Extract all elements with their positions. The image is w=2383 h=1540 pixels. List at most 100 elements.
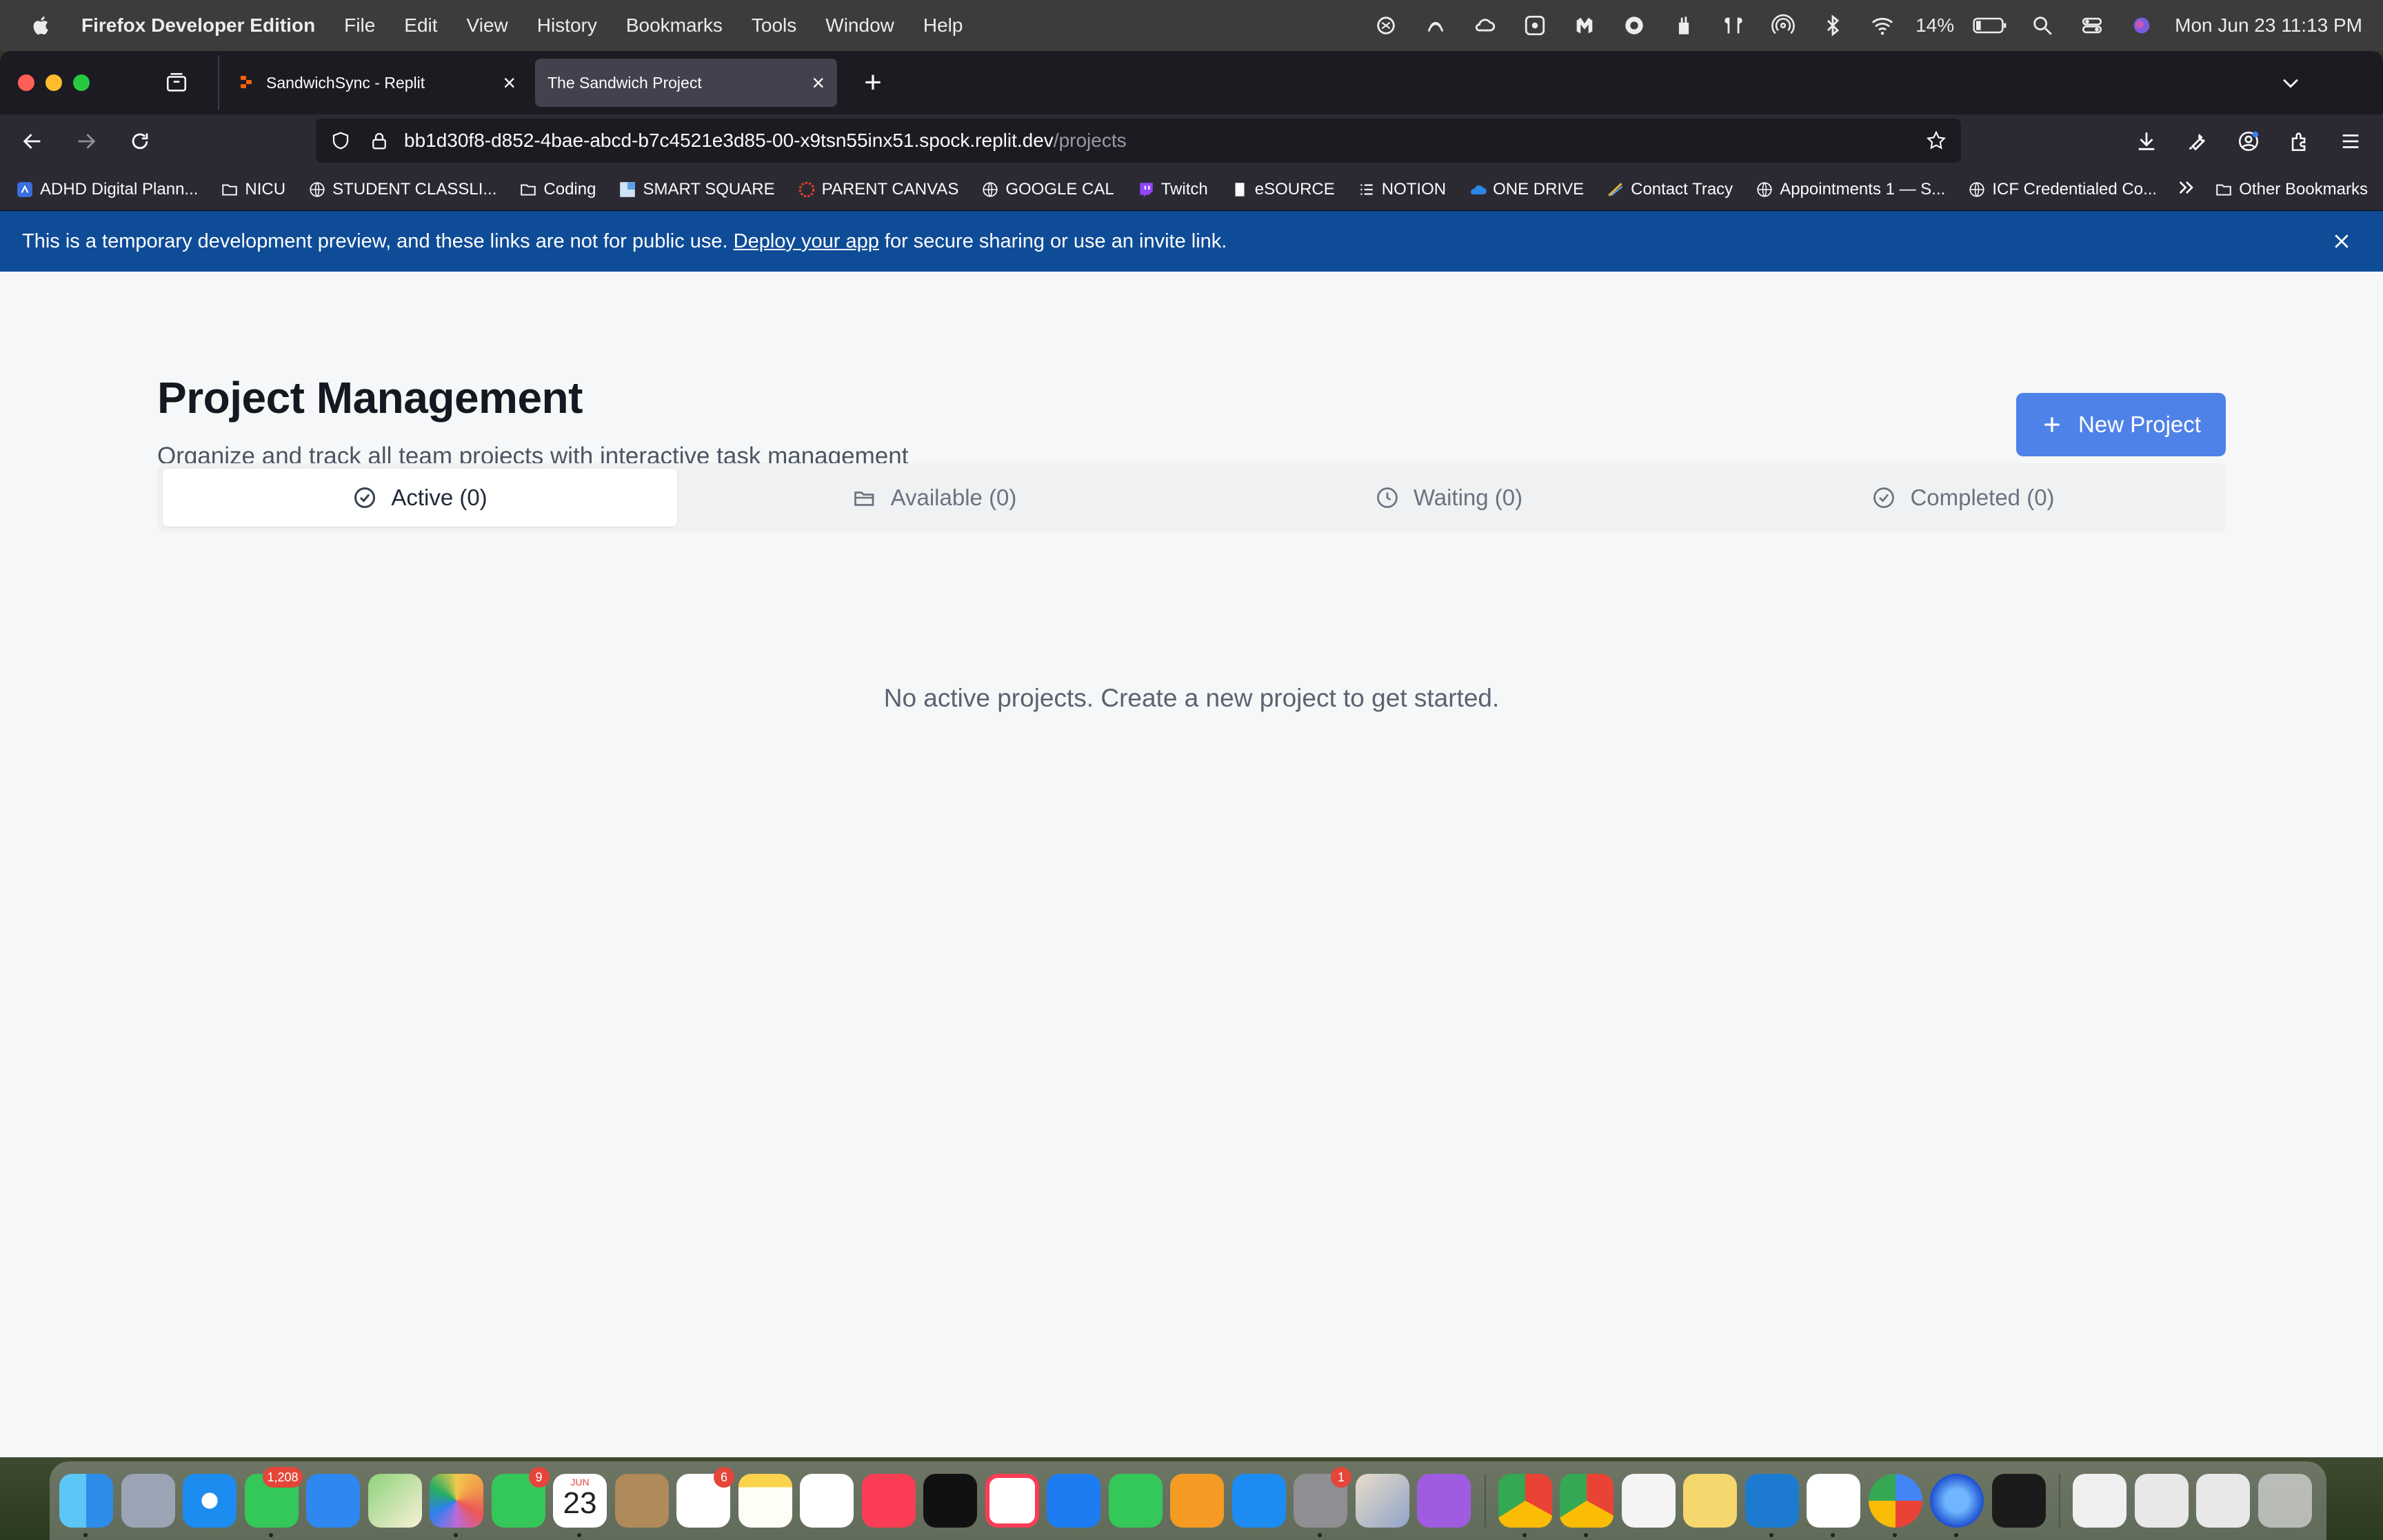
trash-icon[interactable]	[2258, 1474, 2312, 1528]
apple-tv-icon[interactable]	[923, 1474, 977, 1528]
menu-edit[interactable]: Edit	[404, 14, 437, 37]
cloud-sync-icon[interactable]	[1469, 9, 1502, 42]
menu-view[interactable]: View	[467, 14, 508, 37]
tab-sandwichsync-replit[interactable]: SandwichSync - Replit ×	[226, 59, 528, 107]
menu-bookmarks[interactable]: Bookmarks	[626, 14, 723, 37]
bookmark-adhd-digital-planner[interactable]: ADHD Digital Plann...	[15, 180, 198, 199]
chatgpt-icon[interactable]	[1807, 1474, 1860, 1537]
new-tab-button[interactable]: +	[852, 65, 894, 100]
mail-icon[interactable]	[306, 1474, 360, 1528]
menu-file[interactable]: File	[344, 14, 375, 37]
freeform-icon[interactable]	[800, 1474, 854, 1528]
tab-active[interactable]: Active (0)	[163, 469, 677, 527]
url-bar[interactable]: bb1d30f8-d852-4bae-abcd-b7c4521e3d85-00-…	[316, 119, 1961, 163]
bookmark-smart-square[interactable]: SMART SQUARE	[618, 180, 775, 199]
grid-app-icon[interactable]	[1518, 9, 1551, 42]
contacts-icon[interactable]	[614, 1474, 669, 1528]
wifi-icon[interactable]	[1866, 9, 1899, 42]
maps-icon[interactable]	[368, 1474, 422, 1528]
hand-icon[interactable]	[1667, 9, 1700, 42]
apple-logo-icon[interactable]	[25, 9, 58, 42]
spotlight-search-icon[interactable]	[2026, 9, 2059, 42]
docx-document-icon[interactable]	[2073, 1474, 2126, 1528]
extensions-icon[interactable]	[2277, 119, 2322, 164]
tab-waiting[interactable]: Waiting (0)	[1192, 469, 1706, 527]
cube-app-icon[interactable]	[1991, 1474, 2046, 1528]
firefox-view-button[interactable]	[156, 62, 197, 103]
close-tab-icon[interactable]: ×	[812, 70, 825, 96]
music-icon[interactable]	[861, 1474, 916, 1528]
banner-close-icon[interactable]	[2326, 226, 2357, 256]
firefox-developer-edition-icon[interactable]	[1930, 1474, 1984, 1537]
menu-window[interactable]: Window	[825, 14, 894, 37]
list-all-tabs-chevron-icon[interactable]	[2270, 62, 2311, 103]
menu-bar-clock[interactable]: Mon Jun 23 11:13 PM	[2175, 14, 2362, 37]
messages-icon[interactable]: 1,208	[244, 1467, 303, 1537]
battery-icon[interactable]	[1971, 9, 2009, 42]
tracking-protection-shield-icon[interactable]	[325, 125, 356, 156]
openai-icon[interactable]	[1369, 9, 1402, 42]
developer-tools-wrench-icon[interactable]	[2175, 119, 2220, 164]
window-close-button[interactable]	[18, 74, 34, 91]
control-center-icon[interactable]	[2075, 9, 2109, 42]
tab-the-sandwich-project[interactable]: The Sandwich Project ×	[535, 59, 837, 107]
tab-completed[interactable]: Completed (0)	[1706, 469, 2220, 527]
bookmark-esource[interactable]: eSOURCE	[1230, 180, 1335, 199]
bookmark-contact-tracy[interactable]: Contact Tracy	[1606, 180, 1733, 199]
bookmark-appointments[interactable]: Appointments 1 — S...	[1755, 180, 1945, 199]
secure-lock-icon[interactable]	[364, 125, 394, 156]
pinwheel-app-icon[interactable]	[1868, 1474, 1922, 1537]
bookmark-student-classlist[interactable]: STUDENT CLASSLI...	[308, 180, 496, 199]
tab-available[interactable]: Available (0)	[677, 469, 1192, 527]
launchpad-icon[interactable]	[121, 1474, 175, 1528]
stickies-icon[interactable]	[1683, 1474, 1737, 1528]
bookmark-parent-canvas[interactable]: PARENT CANVAS	[797, 180, 958, 199]
bookmark-one-drive[interactable]: ONE DRIVE	[1468, 180, 1584, 199]
reminders-icon[interactable]: 6	[676, 1467, 734, 1528]
facetime-icon[interactable]: 9	[491, 1467, 550, 1528]
pages-icon[interactable]	[1170, 1474, 1224, 1528]
menu-history[interactable]: History	[537, 14, 597, 37]
notes-icon[interactable]	[738, 1474, 792, 1528]
airpods-icon[interactable]	[1717, 9, 1750, 42]
numbers-icon[interactable]	[1108, 1474, 1163, 1528]
recent-document-icon[interactable]	[2196, 1474, 2250, 1528]
new-project-button[interactable]: New Project	[2016, 393, 2226, 456]
window-zoom-button[interactable]	[73, 74, 90, 91]
chrome-icon[interactable]	[1498, 1474, 1552, 1537]
bookmarks-overflow-chevron-icon[interactable]	[2175, 176, 2198, 203]
active-app-name[interactable]: Firefox Developer Edition	[81, 14, 315, 37]
chrome-canary-icon[interactable]	[1560, 1474, 1613, 1537]
window-minimize-button[interactable]	[46, 74, 62, 91]
bookmark-nicu[interactable]: NICU	[220, 180, 285, 199]
iphone-mirroring-icon[interactable]	[1355, 1474, 1409, 1528]
close-tab-icon[interactable]: ×	[503, 70, 516, 96]
menu-help[interactable]: Help	[923, 14, 963, 37]
bookmark-icf-credentialed[interactable]: ICF Credentialed Co...	[1967, 180, 2157, 199]
back-button[interactable]	[10, 119, 55, 164]
forward-button[interactable]	[63, 119, 109, 164]
perplexity-icon[interactable]	[1419, 9, 1452, 42]
downloads-icon[interactable]	[2124, 119, 2169, 164]
bookmark-coding[interactable]: Coding	[519, 180, 596, 199]
malwarebytes-icon[interactable]	[1568, 9, 1601, 42]
reload-button[interactable]	[117, 119, 163, 164]
siri-icon[interactable]	[2125, 9, 2158, 42]
safari-icon[interactable]	[183, 1474, 237, 1528]
bookmark-twitch[interactable]: Twitch	[1136, 180, 1208, 199]
url-text[interactable]: bb1d30f8-d852-4bae-abcd-b7c4521e3d85-00-…	[404, 130, 1127, 152]
bookmark-notion[interactable]: NOTION	[1357, 180, 1446, 199]
photos-icon[interactable]	[430, 1474, 483, 1537]
news-icon[interactable]	[985, 1474, 1039, 1528]
deploy-your-app-link[interactable]: Deploy your app	[734, 230, 879, 252]
bookmark-google-cal[interactable]: GOOGLE CAL	[981, 180, 1114, 199]
app-store-icon[interactable]	[1231, 1474, 1286, 1528]
other-bookmarks-folder[interactable]: Other Bookmarks	[2214, 180, 2368, 199]
bluetooth-icon[interactable]	[1816, 9, 1849, 42]
finder-icon[interactable]	[59, 1474, 113, 1537]
bookmark-star-icon[interactable]	[1921, 125, 1951, 156]
feedback-assistant-icon[interactable]	[1417, 1474, 1471, 1528]
textedit-icon[interactable]	[1621, 1474, 1676, 1528]
account-icon[interactable]	[2226, 119, 2271, 164]
system-settings-icon[interactable]: 1	[1294, 1467, 1351, 1537]
